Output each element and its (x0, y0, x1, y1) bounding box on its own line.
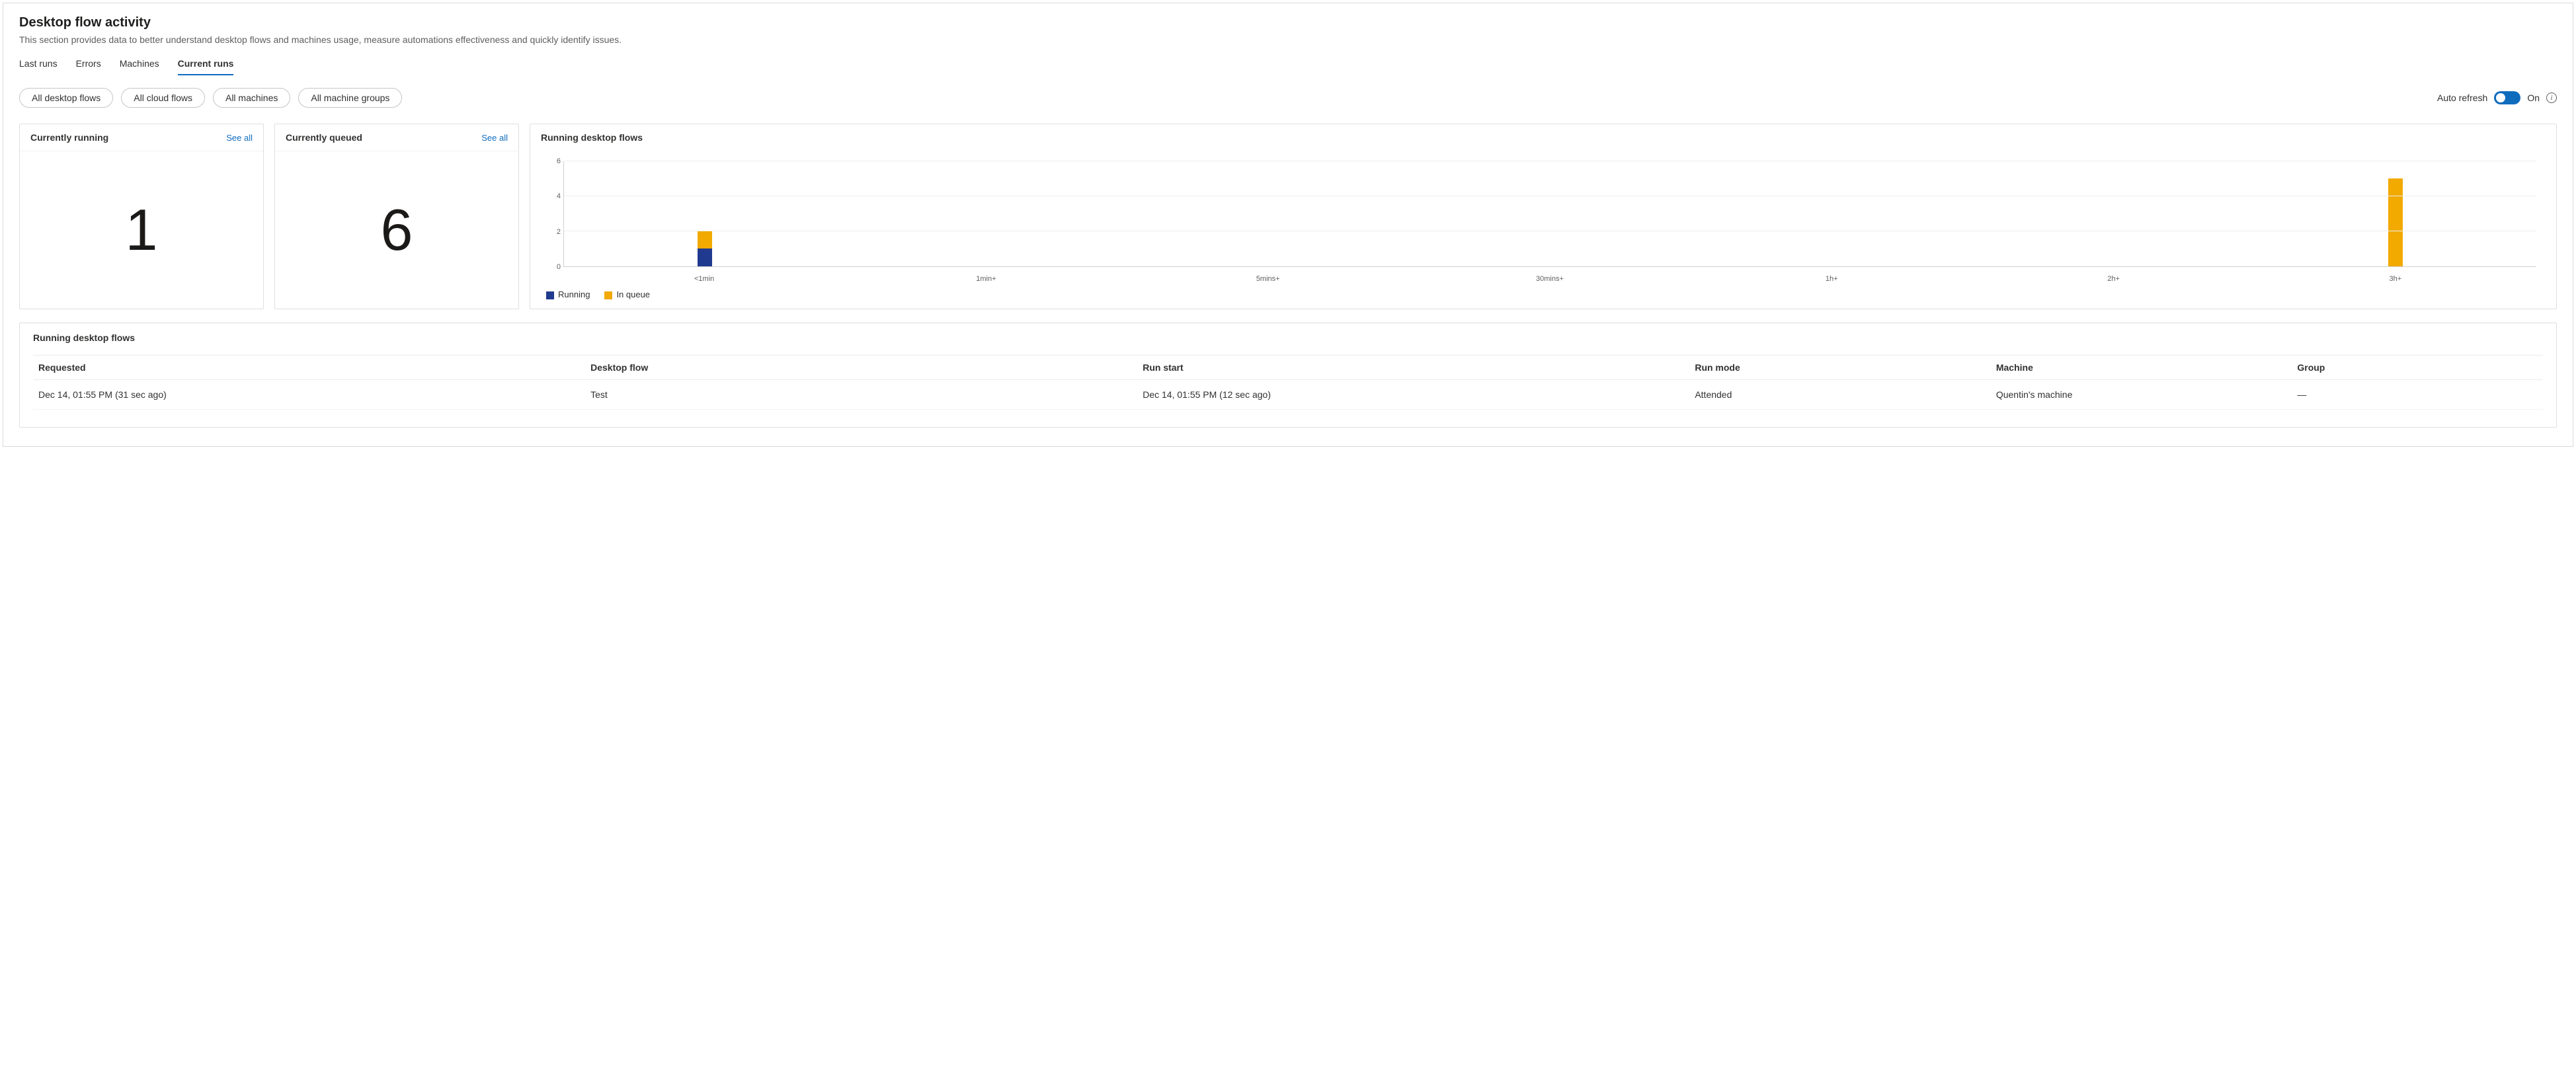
tab-errors[interactable]: Errors (76, 54, 101, 75)
bar-chart: 0246 (563, 161, 2543, 267)
col-desktop-flow[interactable]: Desktop flow (585, 356, 1137, 380)
cell-requested: Dec 14, 01:55 PM (31 sec ago) (33, 380, 585, 410)
tab-machines[interactable]: Machines (120, 54, 159, 75)
auto-refresh-group: Auto refresh On i (2437, 91, 2557, 104)
cards-row: Currently running See all 1 Currently qu… (19, 124, 2557, 309)
x-label: <1min (563, 271, 845, 283)
bar-segment-in-queue (2388, 178, 2403, 266)
page-subtitle: This section provides data to better und… (19, 34, 2557, 45)
bar-slot (564, 161, 846, 266)
legend-label: In queue (616, 289, 650, 299)
toggle-knob (2496, 93, 2505, 102)
filter-all-machines[interactable]: All machines (213, 88, 290, 108)
chart-title: Running desktop flows (530, 124, 2556, 143)
x-label: 5mins+ (1127, 271, 1409, 283)
running-flows-table-card: Running desktop flows RequestedDesktop f… (19, 323, 2557, 428)
running-flows-table: RequestedDesktop flowRun startRun modeMa… (33, 355, 2543, 410)
bar-slot (846, 161, 1127, 266)
card-queued-title: Currently queued (286, 132, 362, 143)
col-group[interactable]: Group (2292, 356, 2543, 380)
auto-refresh-label: Auto refresh (2437, 93, 2487, 103)
legend-swatch (604, 291, 612, 299)
card-running-title: Currently running (30, 132, 108, 143)
filter-all-desktop-flows[interactable]: All desktop flows (19, 88, 113, 108)
info-icon[interactable]: i (2546, 93, 2557, 103)
page-title: Desktop flow activity (19, 15, 2557, 30)
filter-all-machine-groups[interactable]: All machine groups (298, 88, 402, 108)
table-title: Running desktop flows (33, 332, 2543, 343)
cell-group: — (2292, 380, 2543, 410)
auto-refresh-state: On (2527, 93, 2540, 103)
chart-legend: Running In queue (543, 283, 2543, 302)
cell-run-mode: Attended (1689, 380, 1991, 410)
card-running-chart: Running desktop flows 0246 <1min1min+5mi… (530, 124, 2557, 309)
y-tick: 2 (543, 228, 561, 236)
tab-current-runs[interactable]: Current runs (178, 54, 234, 75)
bar-slot (2255, 161, 2536, 266)
x-label: 3h+ (2255, 271, 2536, 283)
cell-run-start: Dec 14, 01:55 PM (12 sec ago) (1137, 380, 1689, 410)
bar-slot (1409, 161, 1691, 266)
tabs: Last runs Errors Machines Current runs (19, 54, 2557, 76)
x-label: 1h+ (1691, 271, 1972, 283)
col-run-mode[interactable]: Run mode (1689, 356, 1991, 380)
filter-all-cloud-flows[interactable]: All cloud flows (121, 88, 205, 108)
table-row[interactable]: Dec 14, 01:55 PM (31 sec ago)TestDec 14,… (33, 380, 2543, 410)
legend-item-in-queue: In queue (604, 289, 650, 299)
tab-last-runs[interactable]: Last runs (19, 54, 58, 75)
col-requested[interactable]: Requested (33, 356, 585, 380)
legend-swatch (546, 291, 554, 299)
bar-segment-in-queue (698, 231, 712, 249)
col-run-start[interactable]: Run start (1137, 356, 1689, 380)
bar-slot (1691, 161, 1973, 266)
x-label: 1min+ (845, 271, 1127, 283)
col-machine[interactable]: Machine (1991, 356, 2292, 380)
x-label: 30mins+ (1409, 271, 1691, 283)
auto-refresh-toggle[interactable] (2494, 91, 2520, 104)
queued-count: 6 (275, 151, 518, 309)
cell-desktop-flow: Test (585, 380, 1137, 410)
page-frame: Desktop flow activity This section provi… (3, 3, 2573, 447)
y-tick: 0 (543, 263, 561, 271)
running-count: 1 (20, 151, 263, 309)
bar-slot (1127, 161, 1409, 266)
filter-row: All desktop flows All cloud flows All mach… (19, 88, 2557, 108)
bar-segment-running (698, 249, 712, 266)
legend-item-running: Running (546, 289, 590, 299)
y-tick: 6 (543, 157, 561, 165)
bar-slot (1973, 161, 2255, 266)
card-currently-queued: Currently queued See all 6 (274, 124, 519, 309)
see-all-queued-link[interactable]: See all (481, 133, 508, 143)
legend-label: Running (558, 289, 590, 299)
see-all-running-link[interactable]: See all (226, 133, 253, 143)
card-currently-running: Currently running See all 1 (19, 124, 264, 309)
x-label: 2h+ (1972, 271, 2254, 283)
y-tick: 4 (543, 192, 561, 200)
cell-machine: Quentin's machine (1991, 380, 2292, 410)
